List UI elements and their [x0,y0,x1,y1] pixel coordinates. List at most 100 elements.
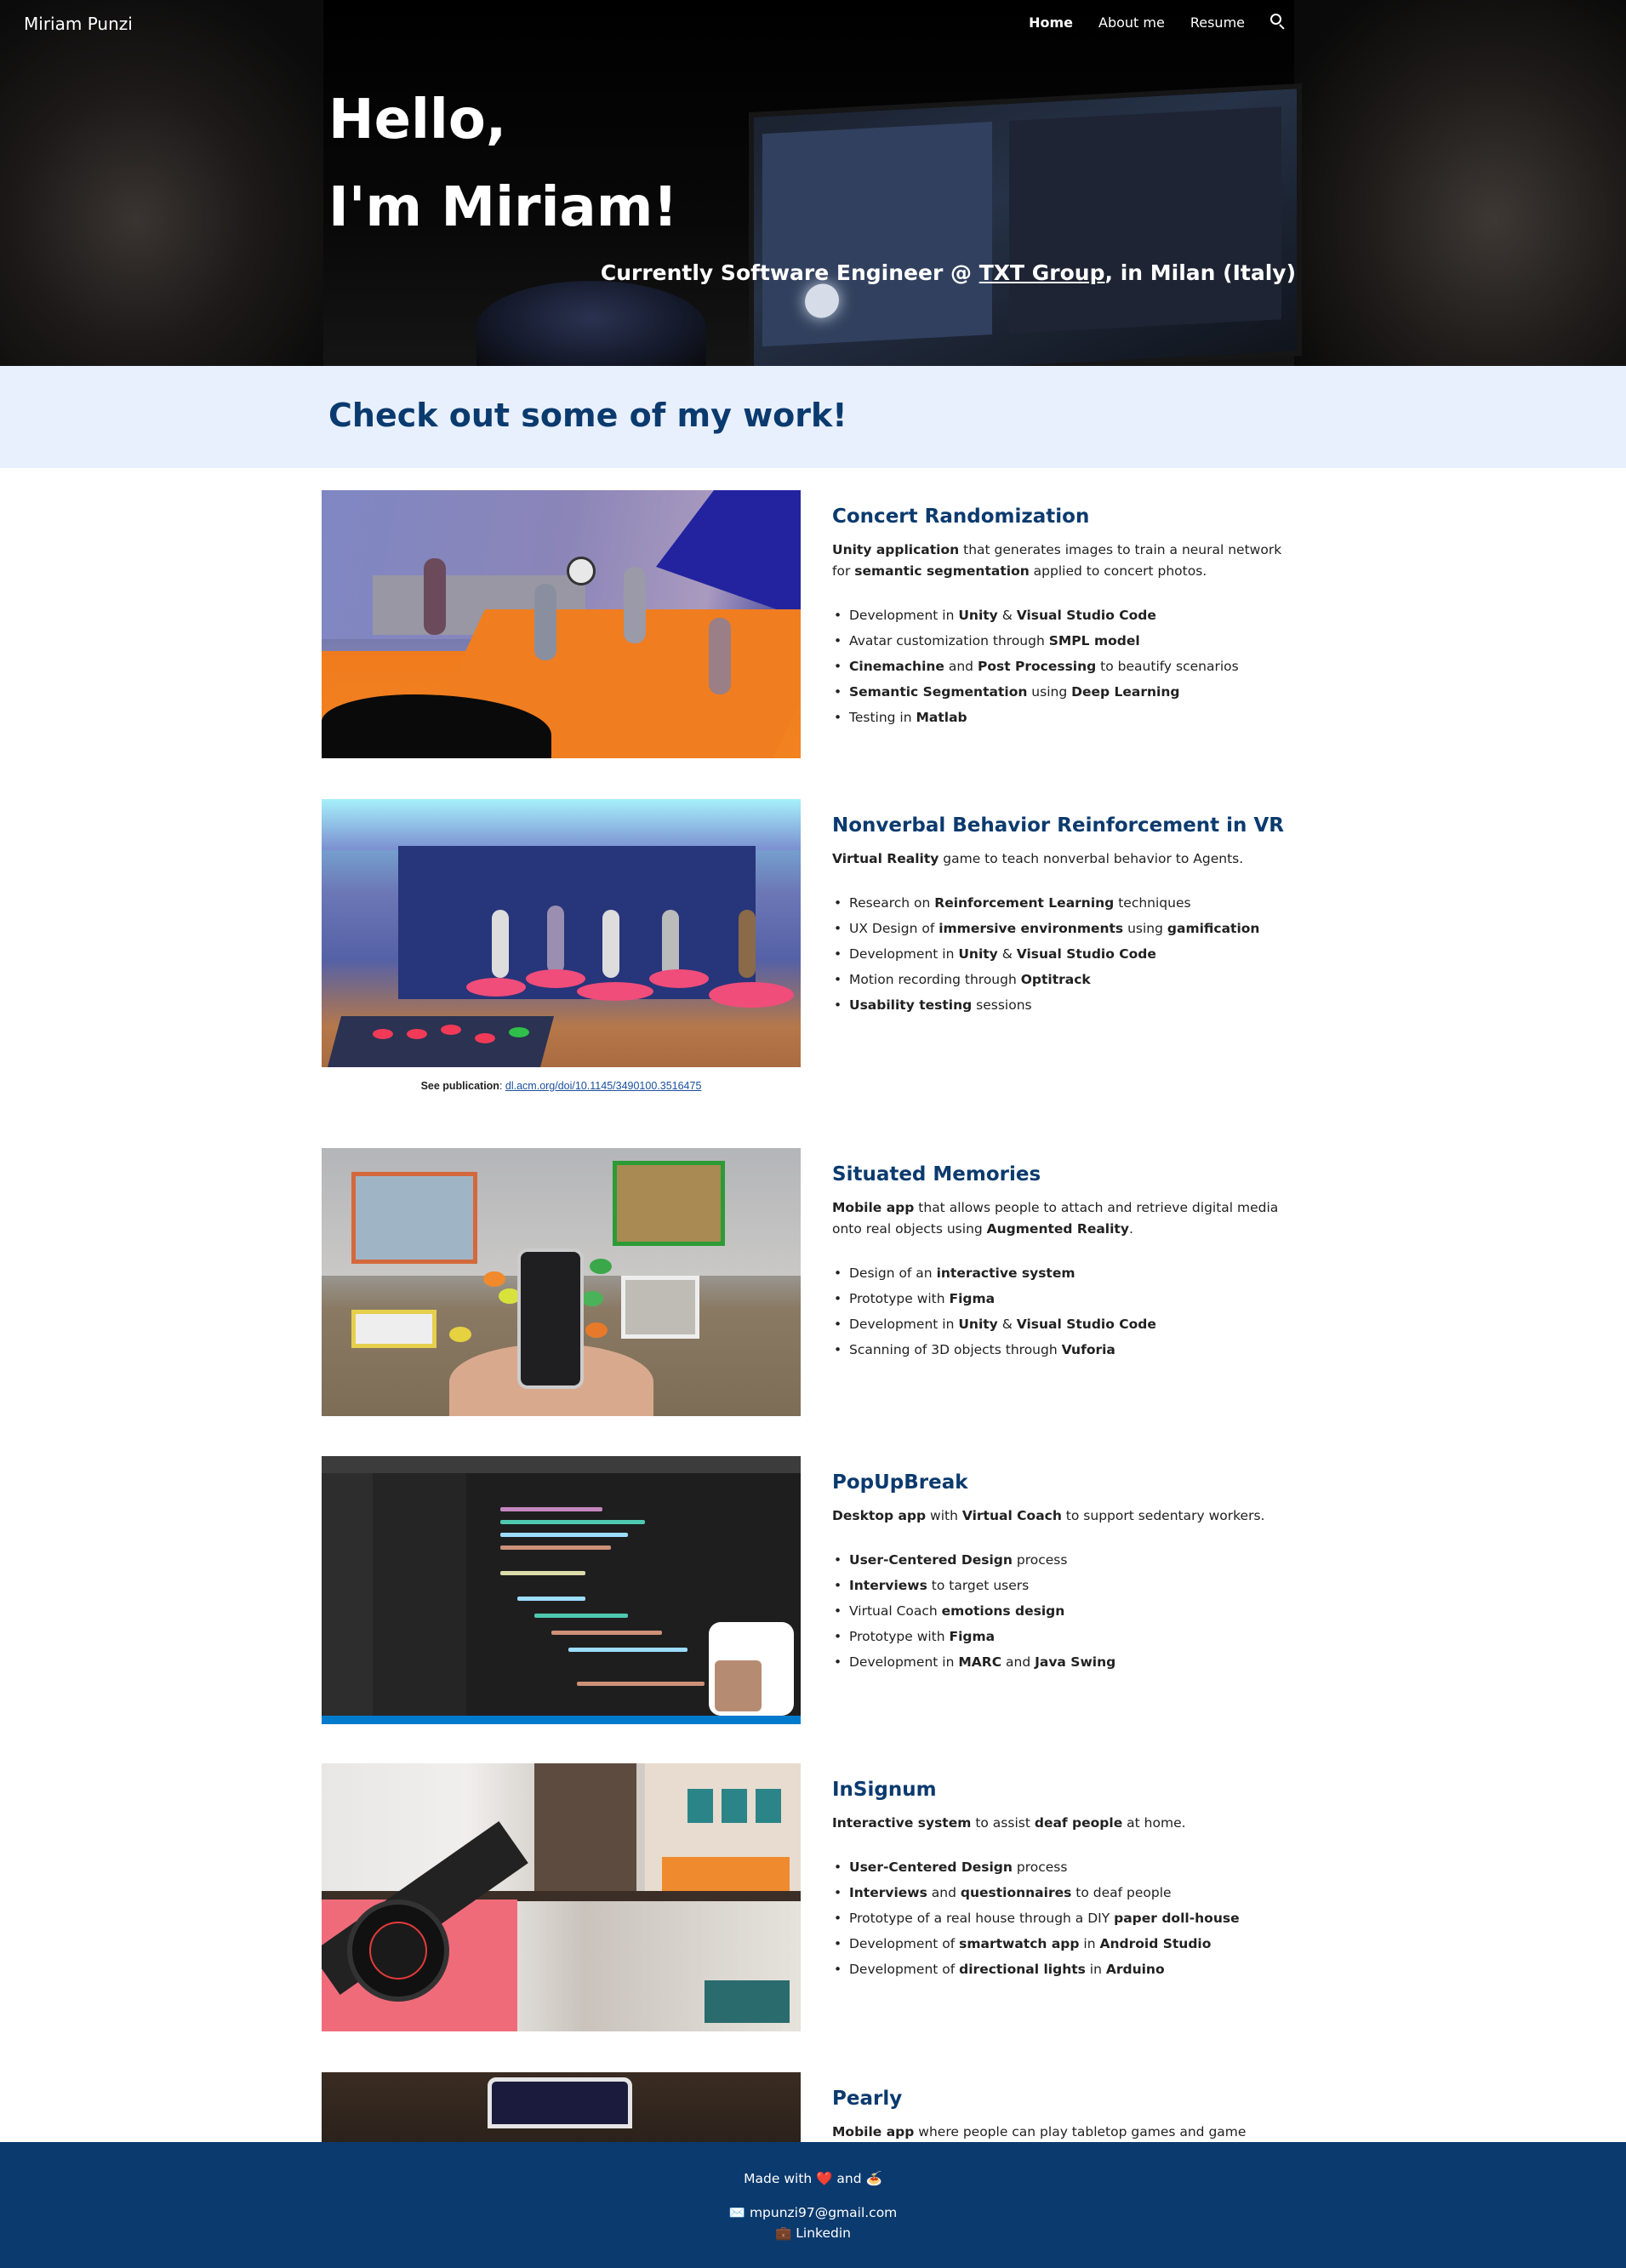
emphasis-text: Interactive system [832,1815,972,1831]
emphasis-text: Visual Studio Code [1016,608,1156,623]
email-link[interactable]: mpunzi97@gmail.com [750,2205,897,2220]
list-item: Cinemachine and Post Processing to beaut… [832,654,1292,679]
heart-icon: ❤️ [816,2171,833,2186]
hero-laptop-image [749,83,1302,366]
nav-home[interactable]: Home [1029,14,1073,31]
project-image-doll-house [322,1763,801,2031]
emphasis-text: Unity [958,1317,998,1332]
project-body: Concert Randomization Unity application … [832,490,1292,730]
emphasis-text: Virtual Coach [961,1508,1062,1523]
list-item: Development of smartwatch app in Android… [832,1931,1292,1957]
project-description: Unity application that generates images … [832,542,1282,579]
project-body: Situated Memories Mobile app that allows… [832,1148,1292,1363]
list-item: Prototype with Figma [832,1286,1292,1311]
list-item: User-Centered Design process [832,1854,1292,1880]
footer: Made with ❤️ and 🍝 ✉️ mpunzi97@gmail.com… [0,2142,1626,2268]
footer-email: ✉️ mpunzi97@gmail.com [0,2205,1626,2220]
project-title: PopUpBreak [832,1471,968,1494]
emphasis-text: interactive system [936,1265,1075,1281]
emphasis-text: semantic segmentation [854,563,1030,579]
project-body: PopUpBreak Desktop app with Virtual Coac… [832,1456,1292,1675]
list-item: Motion recording through Optitrack [832,967,1292,992]
project-bullets: User-Centered Design processInterviews t… [832,1547,1292,1675]
emphasis-text: Java Swing [1035,1654,1116,1670]
project-title: Pearly [832,2088,903,2110]
project-body: InSignum Interactive system to assist de… [832,1763,1292,1982]
emphasis-text: Deep Learning [1071,684,1180,700]
emphasis-text: Semantic Segmentation [849,684,1028,700]
list-item: Scanning of 3D objects through Vuforia [832,1337,1292,1363]
briefcase-icon: 💼 [775,2225,792,2241]
nav-resume[interactable]: Resume [1190,14,1245,31]
list-item: Development of directional lights in Ard… [832,1957,1292,1982]
project-bullets: Design of an interactive systemPrototype… [832,1260,1292,1363]
hero-background-left [0,0,340,366]
list-item: User-Centered Design process [832,1547,1292,1573]
list-item: UX Design of immersive environments usin… [832,916,1292,941]
list-item: Usability testing sessions [832,992,1292,1018]
hero-title-line2: I'm Miriam! [328,176,678,239]
project-bullets: Research on Reinforcement Learning techn… [832,890,1292,1018]
site-brand-link[interactable]: Miriam Punzi [24,14,133,34]
project-title: InSignum [832,1779,937,1801]
emphasis-text: Figma [949,1291,996,1306]
hero-subtitle-post: , in Milan (Italy) [1104,260,1297,285]
top-nav: Home About me Resume [1029,14,1626,31]
project-image-ar-phone [322,1148,801,1416]
list-item: Interviews and questionnaires to deaf pe… [832,1880,1292,1905]
footer-made-pre: Made with [744,2171,817,2186]
footer-linkedin: 💼 Linkedin [0,2225,1626,2241]
project-description: Mobile app that allows people to attach … [832,1200,1279,1237]
project-image-concert [322,490,801,758]
hero-title-line1: Hello, [328,89,507,151]
emphasis-text: Optitrack [1020,972,1091,987]
emphasis-text: Interviews [849,1885,927,1900]
emphasis-text: gamification [1167,921,1260,936]
emphasis-text: Virtual Reality [832,851,939,866]
emphasis-text: Unity application [832,542,960,557]
emphasis-text: Mobile app [832,1200,915,1215]
emphasis-text: immersive environments [939,921,1124,936]
emphasis-text: Android Studio [1099,1936,1212,1951]
list-item: Design of an interactive system [832,1260,1292,1286]
linkedin-link[interactable]: Linkedin [796,2225,851,2241]
list-item: Prototype of a real house through a DIY … [832,1905,1292,1931]
emphasis-text: Desktop app [832,1508,927,1523]
list-item: Development in Unity & Visual Studio Cod… [832,603,1292,628]
emphasis-text: Unity [958,946,998,962]
list-item: Development in Unity & Visual Studio Cod… [832,941,1292,967]
emphasis-text: Arduino [1105,1962,1165,1977]
emphasis-text: Cinemachine [849,659,944,674]
envelope-icon: ✉️ [728,2205,746,2220]
emphasis-text: paper doll-house [1114,1911,1240,1926]
emphasis-text: Visual Studio Code [1016,946,1156,962]
nav-about-me[interactable]: About me [1098,14,1165,31]
list-item: Interviews to target users [832,1573,1292,1598]
project-body: Nonverbal Behavior Reinforcement in VR V… [832,799,1292,1018]
project-image-tablet [322,2072,801,2149]
search-icon[interactable] [1270,14,1287,31]
project-image-code-editor [322,1456,801,1724]
project-title: Nonverbal Behavior Reinforcement in VR [832,814,1284,837]
hero-background-right [1294,0,1626,366]
list-item: Testing in Matlab [832,705,1292,730]
footer-made-mid: and [832,2171,866,2186]
publication-label: See publication [420,1080,499,1092]
list-item: Development in Unity & Visual Studio Cod… [832,1311,1292,1337]
emphasis-text: User-Centered Design [849,1860,1013,1875]
project-bullets: User-Centered Design processInterviews a… [832,1854,1292,1982]
txt-group-link[interactable]: TXT Group [979,260,1105,285]
emphasis-text: Interviews [849,1578,927,1593]
food-icon: 🍝 [865,2171,882,2186]
list-item: Development in MARC and Java Swing [832,1649,1292,1675]
work-banner: Check out some of my work! [0,366,1626,468]
list-item: Virtual Coach emotions design [832,1598,1292,1624]
hero-header: Miriam Punzi Home About me Resume Hello,… [0,0,1626,366]
project-description: Interactive system to assist deaf people… [832,1815,1186,1831]
footer-made-with: Made with ❤️ and 🍝 [0,2171,1626,2186]
hero-headset-image [476,281,706,366]
list-item: Semantic Segmentation using Deep Learnin… [832,679,1292,705]
emphasis-text: Visual Studio Code [1016,1317,1156,1332]
publication-link[interactable]: dl.acm.org/doi/10.1145/3490100.3516475 [505,1080,702,1092]
list-item: Research on Reinforcement Learning techn… [832,890,1292,916]
